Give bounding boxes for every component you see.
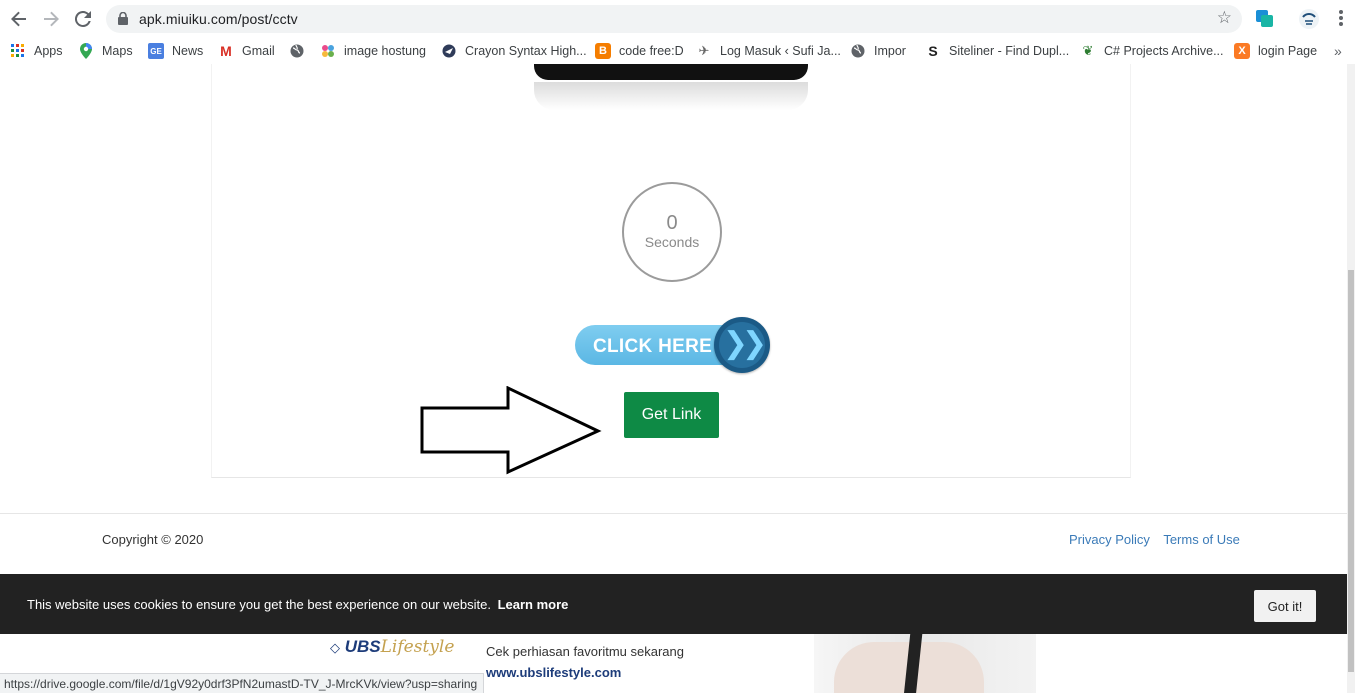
pointing-arrow-icon	[420, 386, 602, 475]
terms-of-use-link[interactable]: Terms of Use	[1163, 532, 1240, 547]
forward-arrow-icon	[44, 11, 59, 27]
bookmark-siteliner[interactable]: S Siteliner - Find Dupl...	[925, 42, 1069, 60]
translate-extension-icon[interactable]	[1255, 8, 1275, 28]
scrollbar-thumb[interactable]	[1348, 270, 1354, 672]
globe-icon	[850, 43, 866, 59]
bookmark-globe[interactable]	[289, 42, 313, 60]
bookmark-crayon[interactable]: Crayon Syntax High...	[441, 42, 587, 60]
back-arrow-icon	[11, 11, 26, 27]
bookmark-label: News	[172, 44, 204, 58]
bookmark-code-free[interactable]: B code free:D	[595, 42, 684, 60]
pinwheel-icon	[320, 43, 336, 59]
click-here-banner[interactable]: CLICK HERE ❯❯	[575, 317, 770, 375]
countdown-timer: 0 Seconds	[622, 182, 722, 282]
footer-links: Privacy Policy Terms of Use	[1069, 532, 1250, 547]
lock-icon	[118, 12, 128, 25]
click-here-circle: ❯❯	[714, 317, 770, 373]
get-link-button[interactable]: Get Link	[624, 392, 719, 438]
ad-brand: UBS	[344, 637, 381, 656]
bookmark-star-icon[interactable]: ☆	[1217, 8, 1232, 28]
phone-image-bottom	[534, 64, 808, 80]
bookmark-label: login Page	[1258, 44, 1318, 58]
back-button[interactable]	[8, 8, 30, 30]
cookie-consent-bar: This website uses cookies to ensure you …	[0, 574, 1347, 634]
page-content: 0 Seconds CLICK HERE ❯❯ Get Link Copyrig…	[0, 64, 1347, 693]
bookmark-label: Maps	[102, 44, 133, 58]
forward-button[interactable]	[40, 8, 62, 30]
ad-tagline: Cek perhiasan favoritmu sekarang	[486, 644, 684, 659]
leaf-icon: ❦	[1082, 43, 1094, 58]
chrome-menu-icon[interactable]	[1333, 8, 1349, 30]
maps-pin-icon	[78, 43, 94, 59]
phone-image-reflection	[534, 82, 808, 110]
profile-avatar-icon[interactable]	[1299, 8, 1319, 30]
footer-divider	[0, 513, 1347, 514]
siteliner-icon: S	[928, 43, 938, 59]
gmail-icon: M	[220, 43, 232, 59]
bookmark-maps[interactable]: Maps	[78, 42, 133, 60]
copyright-text: Copyright © 2020	[102, 532, 204, 547]
bookmark-image-hostung[interactable]: image hostung	[320, 42, 426, 60]
cookie-message: This website uses cookies to ensure you …	[27, 597, 568, 612]
learn-more-link[interactable]: Learn more	[498, 597, 569, 612]
reload-icon	[75, 11, 91, 27]
blogger-icon: B	[595, 43, 611, 59]
ad-product-photo	[814, 634, 1036, 693]
diamond-icon: ◇	[330, 640, 340, 655]
bookmark-news[interactable]: GE News	[148, 42, 203, 60]
page-scrollbar[interactable]	[1347, 64, 1355, 693]
countdown-value: 0	[666, 212, 678, 234]
bookmark-label: Impor	[874, 44, 906, 58]
crayon-icon	[441, 43, 457, 59]
bookmark-apps[interactable]: Apps	[10, 42, 63, 60]
bookmark-label: image hostung	[344, 44, 427, 58]
browser-toolbar: apk.miuiku.com/post/cctv ☆	[0, 0, 1355, 38]
countdown-unit: Seconds	[644, 234, 700, 250]
bookmark-label: C# Projects Archive...	[1104, 44, 1224, 58]
bookmarks-overflow-icon[interactable]: »	[1334, 42, 1342, 60]
bookmark-log-masuk[interactable]: ✈ Log Masuk ‹ Sufi Ja...	[696, 42, 841, 60]
bookmark-label: Crayon Syntax High...	[465, 44, 587, 58]
bookmark-label: Log Masuk ‹ Sufi Ja...	[720, 44, 841, 58]
bookmark-label: Gmail	[242, 44, 275, 58]
xampp-icon: X	[1234, 43, 1250, 59]
bookmark-csharp-projects[interactable]: ❦ C# Projects Archive...	[1080, 42, 1224, 60]
status-bar-url: https://drive.google.com/file/d/1gV92y0d…	[0, 673, 484, 693]
ad-website[interactable]: www.ubslifestyle.com	[486, 665, 621, 680]
apps-grid-icon	[10, 43, 26, 59]
bird-icon: ✈	[698, 43, 710, 58]
bookmark-label: Siteliner - Find Dupl...	[949, 44, 1070, 58]
ad-logo: ◇ UBSLifestyle	[330, 637, 454, 657]
globe-icon	[289, 43, 305, 59]
double-chevron-icon: ❯❯	[719, 322, 767, 368]
url-text: apk.miuiku.com/post/cctv	[139, 11, 298, 27]
news-icon: GE	[148, 43, 164, 59]
got-it-button[interactable]: Got it!	[1254, 590, 1316, 622]
bookmark-label: Apps	[34, 44, 63, 58]
click-here-label: CLICK HERE	[593, 336, 713, 357]
reload-button[interactable]	[72, 8, 94, 30]
bookmark-gmail[interactable]: M Gmail	[218, 42, 275, 60]
bookmark-label: code free:D	[619, 44, 684, 58]
bookmark-impor[interactable]: Impor	[850, 42, 906, 60]
cookie-message-text: This website uses cookies to ensure you …	[27, 597, 491, 612]
address-bar[interactable]: apk.miuiku.com/post/cctv ☆	[106, 5, 1242, 33]
bookmark-login-page[interactable]: X login Page	[1234, 42, 1317, 60]
ad-brand-script: Lifestyle	[380, 637, 455, 657]
bookmarks-bar: Apps Maps GE News M Gmail image hostung …	[0, 38, 1355, 64]
privacy-policy-link[interactable]: Privacy Policy	[1069, 532, 1150, 547]
